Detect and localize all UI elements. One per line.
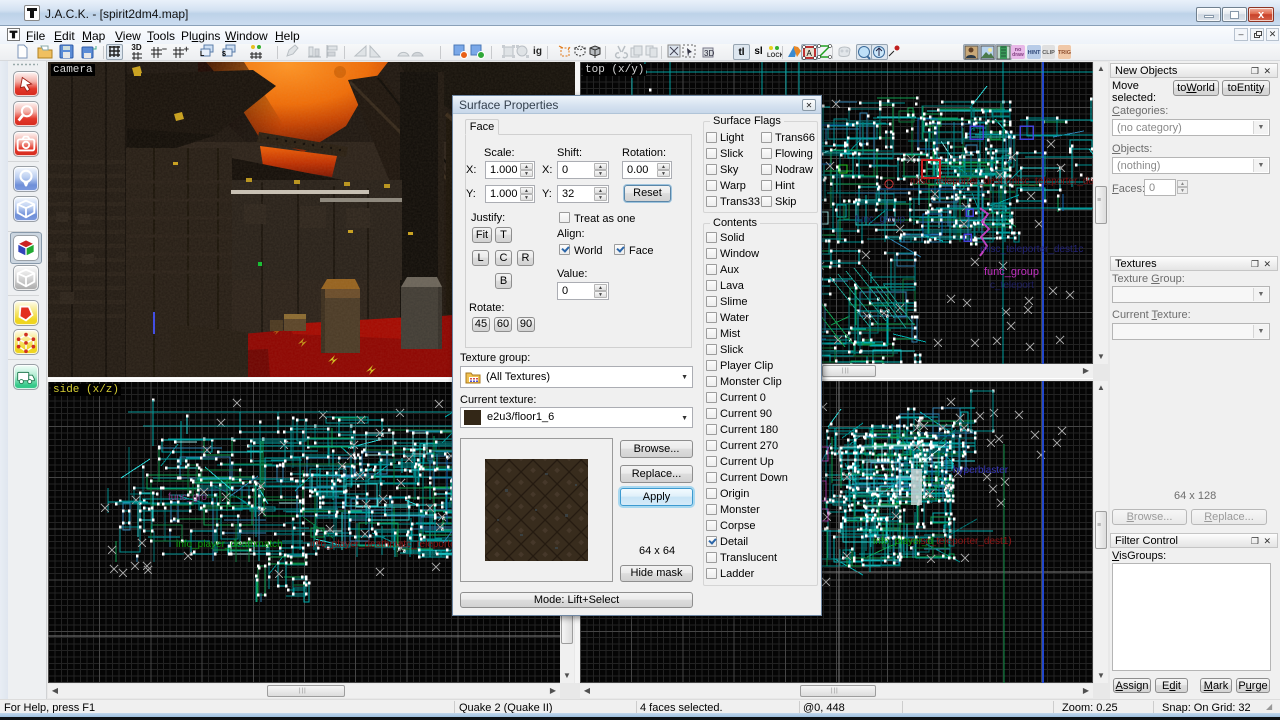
svg-text:misc_teleporter_dest1c: misc_teleporter_dest1c — [980, 244, 1083, 255]
svg-text:A: A — [807, 49, 813, 58]
svg-text:info_player_d: info_player_d — [873, 536, 933, 547]
svg-text:HINT: HINT — [1028, 50, 1041, 56]
svg-text:3D: 3D — [704, 49, 714, 58]
svg-text:func_gro: func_gro — [168, 492, 207, 503]
svg-text:info_player_deathmatc_teleport: info_player_deathmatc_teleporter — [310, 539, 460, 550]
svg-text:draw: draw — [1012, 52, 1024, 58]
svg-text:CLIP: CLIP — [1042, 50, 1055, 56]
svg-text:LOCK: LOCK — [767, 53, 782, 59]
svg-text:hyperblaster: hyperblaster — [953, 465, 1009, 476]
svg-text:func_group: func_group — [984, 266, 1039, 278]
svg-text:func_group: func_group — [855, 214, 905, 225]
svg-text:c_teleport: c_teleport — [990, 280, 1034, 291]
svg-text:info_player_deathmatch: info_player_deathmatch — [176, 539, 283, 550]
svg-text:misc_teleporter_dest (misc_tel: misc_teleporter_dest (misc_teleporter_de… — [910, 176, 1093, 187]
svg-text:TRIG: TRIG — [1058, 50, 1071, 56]
